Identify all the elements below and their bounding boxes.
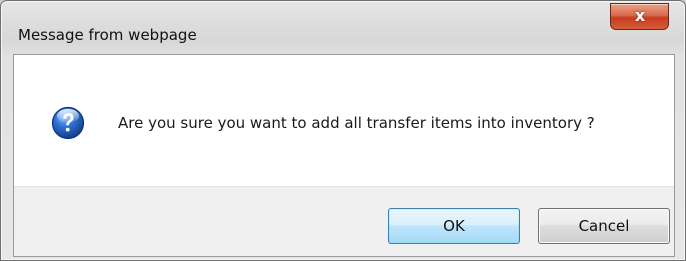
cancel-button[interactable]: Cancel bbox=[538, 208, 670, 244]
dialog-button-bar: OK Cancel bbox=[14, 186, 674, 256]
dialog-content: Are you sure you want to add all transfe… bbox=[13, 54, 675, 257]
close-button[interactable]: x bbox=[610, 3, 669, 30]
message-dialog: Message from webpage x Are you sure you … bbox=[0, 0, 686, 261]
question-icon bbox=[51, 106, 85, 140]
message-panel: Are you sure you want to add all transfe… bbox=[14, 55, 674, 186]
ok-button[interactable]: OK bbox=[388, 208, 520, 244]
dialog-title: Message from webpage bbox=[18, 26, 197, 44]
dialog-message: Are you sure you want to add all transfe… bbox=[118, 114, 595, 132]
close-icon: x bbox=[634, 6, 646, 25]
